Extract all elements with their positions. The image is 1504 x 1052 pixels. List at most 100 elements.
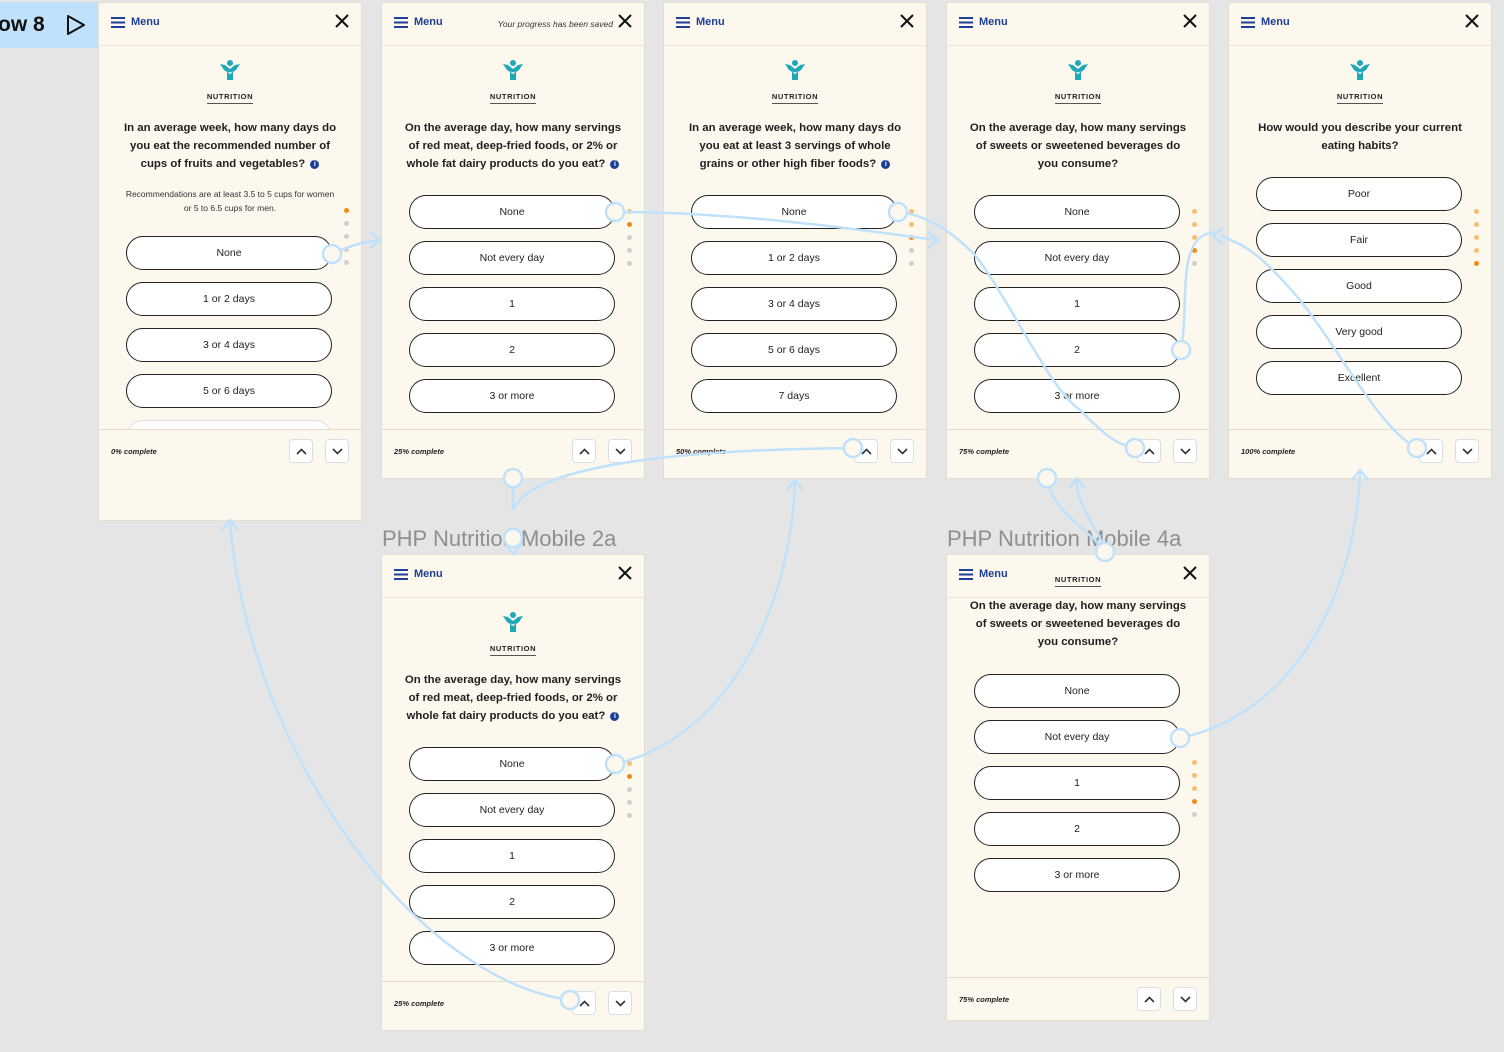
frame-title[interactable]: PHP Nutrition Mobile 4a <box>947 526 1181 552</box>
option-button[interactable]: 1 <box>409 839 615 873</box>
menu-button[interactable]: Menu <box>959 16 1008 28</box>
option-button[interactable]: 7 days <box>691 379 897 413</box>
menu-label: Menu <box>414 568 443 580</box>
progress-dot <box>627 235 632 240</box>
progress-dot <box>1192 209 1197 214</box>
hamburger-icon <box>111 16 125 28</box>
option-button[interactable]: None <box>126 236 332 270</box>
progress-dot <box>1192 799 1197 804</box>
option-button[interactable]: 3 or 4 days <box>126 328 332 362</box>
option-button[interactable]: None <box>409 747 615 781</box>
progress-dot <box>627 222 632 227</box>
next-button[interactable] <box>1173 439 1197 463</box>
progress-dot <box>1192 812 1197 817</box>
option-button[interactable]: 5 or 6 days <box>691 333 897 367</box>
menu-button[interactable]: Menu <box>394 16 443 28</box>
option-button[interactable]: 5 or 6 days <box>126 374 332 408</box>
top-bar: Menu <box>99 3 361 46</box>
close-icon[interactable] <box>900 14 914 28</box>
progress-dot <box>627 800 632 805</box>
progress-dot <box>1474 248 1479 253</box>
next-button[interactable] <box>1173 987 1197 1011</box>
option-button[interactable]: 1 <box>974 287 1180 321</box>
option-button[interactable]: 2 <box>409 333 615 367</box>
previous-button[interactable] <box>289 439 313 463</box>
menu-button[interactable]: Menu <box>111 16 160 28</box>
option-button[interactable]: 3 or more <box>409 931 615 965</box>
nutrition-logo-icon <box>1350 60 1370 80</box>
option-button[interactable]: None <box>409 195 615 229</box>
nutrition-logo-icon <box>1068 60 1088 80</box>
option-button[interactable]: 3 or 4 days <box>691 287 897 321</box>
option-button[interactable]: 1 <box>974 766 1180 800</box>
option-button[interactable]: Fair <box>1256 223 1462 257</box>
option-button[interactable]: None <box>974 674 1180 708</box>
progress-text: 100% complete <box>1241 447 1296 456</box>
option-button[interactable]: Not every day <box>409 241 615 275</box>
screen-fruits-vegetables: Menu NUTRITION In an average week, how m… <box>99 3 361 520</box>
flow-tag[interactable]: ow 8 <box>0 2 98 48</box>
option-button[interactable]: 1 or 2 days <box>126 282 332 316</box>
close-icon[interactable] <box>618 14 632 28</box>
progress-text: 0% complete <box>111 447 157 456</box>
menu-button[interactable]: Menu <box>394 568 443 580</box>
info-icon[interactable]: i <box>610 712 620 721</box>
previous-button[interactable] <box>1137 439 1161 463</box>
hamburger-icon <box>1241 16 1255 28</box>
option-button[interactable]: Not every day <box>974 720 1180 754</box>
menu-button[interactable]: Menu <box>676 16 725 28</box>
chevron-up-icon <box>578 447 590 455</box>
progress-dot <box>344 260 349 265</box>
chevron-up-icon <box>295 447 307 455</box>
previous-button[interactable] <box>1137 987 1161 1011</box>
progress-text: 50% complete <box>676 447 727 456</box>
menu-label: Menu <box>131 16 160 28</box>
option-button[interactable]: 2 <box>974 333 1180 367</box>
menu-button[interactable]: Menu <box>1241 16 1290 28</box>
close-icon[interactable] <box>1465 14 1479 28</box>
option-button[interactable]: Very good <box>1256 315 1462 349</box>
option-button[interactable]: Not every day <box>409 793 615 827</box>
previous-button[interactable] <box>1419 439 1443 463</box>
previous-button[interactable] <box>572 991 596 1015</box>
option-button[interactable]: 2 <box>409 885 615 919</box>
progress-dot <box>1474 222 1479 227</box>
next-button[interactable] <box>325 439 349 463</box>
next-button[interactable] <box>608 439 632 463</box>
option-button[interactable]: Poor <box>1256 177 1462 211</box>
option-button[interactable]: 1 <box>409 287 615 321</box>
info-icon[interactable]: i <box>881 160 891 169</box>
next-button[interactable] <box>608 991 632 1015</box>
option-button[interactable]: Not every day <box>974 241 1180 275</box>
option-button[interactable]: Excellent <box>1256 361 1462 395</box>
play-icon[interactable] <box>66 14 86 36</box>
info-icon[interactable]: i <box>310 160 320 169</box>
option-button[interactable]: None <box>691 195 897 229</box>
option-button[interactable]: 2 <box>974 812 1180 846</box>
info-icon[interactable]: i <box>610 160 620 169</box>
option-button[interactable]: Good <box>1256 269 1462 303</box>
next-button[interactable] <box>1455 439 1479 463</box>
nutrition-logo: NUTRITION <box>1229 59 1491 104</box>
frame-title[interactable]: PHP Nutrition Mobile 2a <box>382 526 616 552</box>
chevron-down-icon <box>1179 995 1191 1003</box>
connection-arrowhead <box>1068 476 1086 489</box>
close-icon[interactable] <box>335 14 349 28</box>
option-button[interactable]: 1 or 2 days <box>691 241 897 275</box>
next-button[interactable] <box>890 439 914 463</box>
close-icon[interactable] <box>1183 14 1197 28</box>
progress-dot <box>1192 235 1197 240</box>
nutrition-logo-icon <box>220 60 240 80</box>
previous-button[interactable] <box>572 439 596 463</box>
option-button[interactable]: 3 or more <box>974 379 1180 413</box>
chevron-up-icon <box>1143 995 1155 1003</box>
top-bar: Menu <box>1229 3 1491 46</box>
previous-button[interactable] <box>854 439 878 463</box>
close-icon[interactable] <box>618 566 632 580</box>
option-button[interactable]: 3 or more <box>409 379 615 413</box>
close-icon[interactable] <box>1183 566 1197 580</box>
option-button[interactable]: 3 or more <box>974 858 1180 892</box>
progress-text: 25% complete <box>394 447 445 456</box>
top-bar: Menu <box>382 555 644 598</box>
option-button[interactable]: None <box>974 195 1180 229</box>
